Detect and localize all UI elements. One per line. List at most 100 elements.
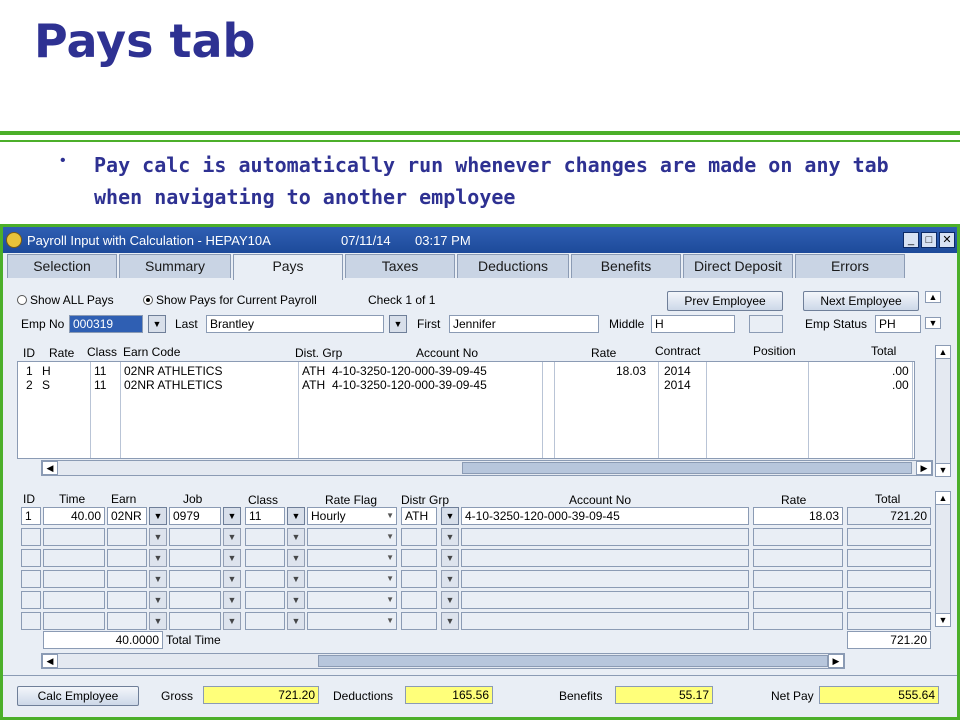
upper-row-2-account[interactable]: 4-10-3250-120-000-39-09-45 bbox=[332, 378, 487, 392]
lower-row-4-id[interactable] bbox=[21, 570, 41, 588]
lower-row-2-time[interactable] bbox=[43, 528, 105, 546]
lower-row-6-rate[interactable] bbox=[753, 612, 843, 630]
upper-row-2-dist[interactable]: ATH bbox=[302, 378, 325, 392]
dropdown-arrow-icon[interactable]: ▼ bbox=[287, 549, 305, 567]
lower-row-3-earn[interactable] bbox=[107, 549, 147, 567]
lower-row-2-total[interactable] bbox=[847, 528, 931, 546]
lower-row-5-distr[interactable] bbox=[401, 591, 437, 609]
lower-row-1-total[interactable]: 721.20 bbox=[847, 507, 931, 525]
lower-row-5-rate-flag[interactable]: ▼ bbox=[307, 591, 397, 609]
dropdown-arrow-icon[interactable]: ▼ bbox=[149, 612, 167, 630]
rate-flag-dropdown-icon[interactable]: ▼ bbox=[386, 529, 394, 545]
lower-row-6-job[interactable] bbox=[169, 612, 221, 630]
lower-row-1-account[interactable]: 4-10-3250-120-000-39-09-45 bbox=[461, 507, 749, 525]
tab-summary[interactable]: Summary bbox=[119, 254, 231, 278]
dropdown-arrow-icon[interactable]: ▼ bbox=[287, 528, 305, 546]
dropdown-arrow-icon[interactable]: ▼ bbox=[441, 507, 459, 525]
tab-direct-deposit[interactable]: Direct Deposit bbox=[683, 254, 793, 278]
lower-row-3-time[interactable] bbox=[43, 549, 105, 567]
upper-row-2-total[interactable]: .00 bbox=[892, 378, 909, 392]
last-name-field[interactable]: Brantley bbox=[206, 315, 384, 333]
minimize-icon[interactable]: _ bbox=[903, 232, 919, 248]
tab-benefits[interactable]: Benefits bbox=[571, 254, 681, 278]
lower-row-4-job[interactable] bbox=[169, 570, 221, 588]
dropdown-arrow-icon[interactable]: ▼ bbox=[441, 528, 459, 546]
scroll-down-icon[interactable]: ▼ bbox=[925, 317, 941, 329]
lower-row-5-time[interactable] bbox=[43, 591, 105, 609]
last-name-dropdown-icon[interactable]: ▼ bbox=[389, 315, 407, 333]
lower-row-5-job[interactable] bbox=[169, 591, 221, 609]
show-all-radio[interactable] bbox=[17, 295, 27, 305]
lower-row-6-distr[interactable] bbox=[401, 612, 437, 630]
upper-row-1-rate-val[interactable]: 18.03 bbox=[616, 364, 646, 378]
lower-row-4-class[interactable] bbox=[245, 570, 285, 588]
lower-row-6-class[interactable] bbox=[245, 612, 285, 630]
scroll-right-icon[interactable]: ▶ bbox=[916, 461, 932, 475]
maximize-icon[interactable]: □ bbox=[921, 232, 937, 248]
lower-row-6-earn[interactable] bbox=[107, 612, 147, 630]
rate-flag-dropdown-icon[interactable]: ▼ bbox=[386, 571, 394, 587]
lower-row-1-class[interactable]: 11 bbox=[245, 507, 285, 525]
lower-row-4-total[interactable] bbox=[847, 570, 931, 588]
upper-row-1-total[interactable]: .00 bbox=[892, 364, 909, 378]
dropdown-arrow-icon[interactable]: ▼ bbox=[149, 507, 167, 525]
lower-row-3-rate[interactable] bbox=[753, 549, 843, 567]
tab-deductions[interactable]: Deductions bbox=[457, 254, 569, 278]
lower-vertical-scrollbar[interactable]: ▲ ▼ bbox=[935, 491, 951, 627]
show-current-radio[interactable] bbox=[143, 295, 153, 305]
lower-row-4-distr[interactable] bbox=[401, 570, 437, 588]
lower-row-3-rate-flag[interactable]: ▼ bbox=[307, 549, 397, 567]
dropdown-arrow-icon[interactable]: ▼ bbox=[441, 549, 459, 567]
lower-row-2-distr[interactable] bbox=[401, 528, 437, 546]
first-name-field[interactable]: Jennifer bbox=[449, 315, 599, 333]
lower-row-2-id[interactable] bbox=[21, 528, 41, 546]
middle-field[interactable]: H bbox=[651, 315, 735, 333]
lower-row-3-account[interactable] bbox=[461, 549, 749, 567]
dropdown-arrow-icon[interactable]: ▼ bbox=[223, 528, 241, 546]
dropdown-arrow-icon[interactable]: ▼ bbox=[287, 570, 305, 588]
lower-row-4-rate-flag[interactable]: ▼ bbox=[307, 570, 397, 588]
upper-row-1-class[interactable]: 11 bbox=[94, 364, 106, 378]
upper-row-2-id[interactable]: 2 bbox=[26, 378, 33, 392]
dropdown-arrow-icon[interactable]: ▼ bbox=[223, 570, 241, 588]
lower-row-2-job[interactable] bbox=[169, 528, 221, 546]
dropdown-arrow-icon[interactable]: ▼ bbox=[441, 612, 459, 630]
lower-row-5-class[interactable] bbox=[245, 591, 285, 609]
rate-flag-dropdown-icon[interactable]: ▼ bbox=[386, 613, 394, 629]
dropdown-arrow-icon[interactable]: ▼ bbox=[441, 570, 459, 588]
tab-errors[interactable]: Errors bbox=[795, 254, 905, 278]
lower-row-1-time[interactable]: 40.00 bbox=[43, 507, 105, 525]
prev-employee-button[interactable]: Prev Employee bbox=[667, 291, 783, 311]
upper-row-1-id[interactable]: 1 bbox=[26, 364, 33, 378]
lower-row-2-rate[interactable] bbox=[753, 528, 843, 546]
upper-row-1-contract[interactable]: 2014 bbox=[664, 364, 691, 378]
upper-row-2-contract[interactable]: 2014 bbox=[664, 378, 691, 392]
lower-row-4-rate[interactable] bbox=[753, 570, 843, 588]
emp-no-dropdown-icon[interactable]: ▼ bbox=[148, 315, 166, 333]
upper-vertical-scrollbar[interactable]: ▲ ▼ bbox=[935, 345, 951, 477]
dropdown-arrow-icon[interactable]: ▼ bbox=[223, 549, 241, 567]
close-icon[interactable]: ✕ bbox=[939, 232, 955, 248]
lower-row-6-time[interactable] bbox=[43, 612, 105, 630]
lower-row-3-distr[interactable] bbox=[401, 549, 437, 567]
dropdown-arrow-icon[interactable]: ▼ bbox=[441, 591, 459, 609]
scroll-thumb[interactable] bbox=[462, 462, 912, 474]
lower-row-2-account[interactable] bbox=[461, 528, 749, 546]
upper-row-2-earn[interactable]: 02NR ATHLETICS bbox=[124, 378, 222, 392]
lower-row-1-distr[interactable]: ATH bbox=[401, 507, 437, 525]
dropdown-arrow-icon[interactable]: ▼ bbox=[149, 570, 167, 588]
lower-row-2-earn[interactable] bbox=[107, 528, 147, 546]
lower-row-4-time[interactable] bbox=[43, 570, 105, 588]
dropdown-arrow-icon[interactable]: ▼ bbox=[287, 612, 305, 630]
tab-taxes[interactable]: Taxes bbox=[345, 254, 455, 278]
scroll-up-icon[interactable]: ▲ bbox=[925, 291, 941, 303]
lower-row-1-rate[interactable]: 18.03 bbox=[753, 507, 843, 525]
lower-row-5-id[interactable] bbox=[21, 591, 41, 609]
dropdown-arrow-icon[interactable]: ▼ bbox=[149, 591, 167, 609]
calc-employee-button[interactable]: Calc Employee bbox=[17, 686, 139, 706]
lower-row-5-earn[interactable] bbox=[107, 591, 147, 609]
tab-selection[interactable]: Selection bbox=[7, 254, 117, 278]
dropdown-arrow-icon[interactable]: ▼ bbox=[287, 507, 305, 525]
scroll-down-icon[interactable]: ▼ bbox=[935, 463, 951, 477]
lower-row-1-earn[interactable]: 02NR bbox=[107, 507, 147, 525]
